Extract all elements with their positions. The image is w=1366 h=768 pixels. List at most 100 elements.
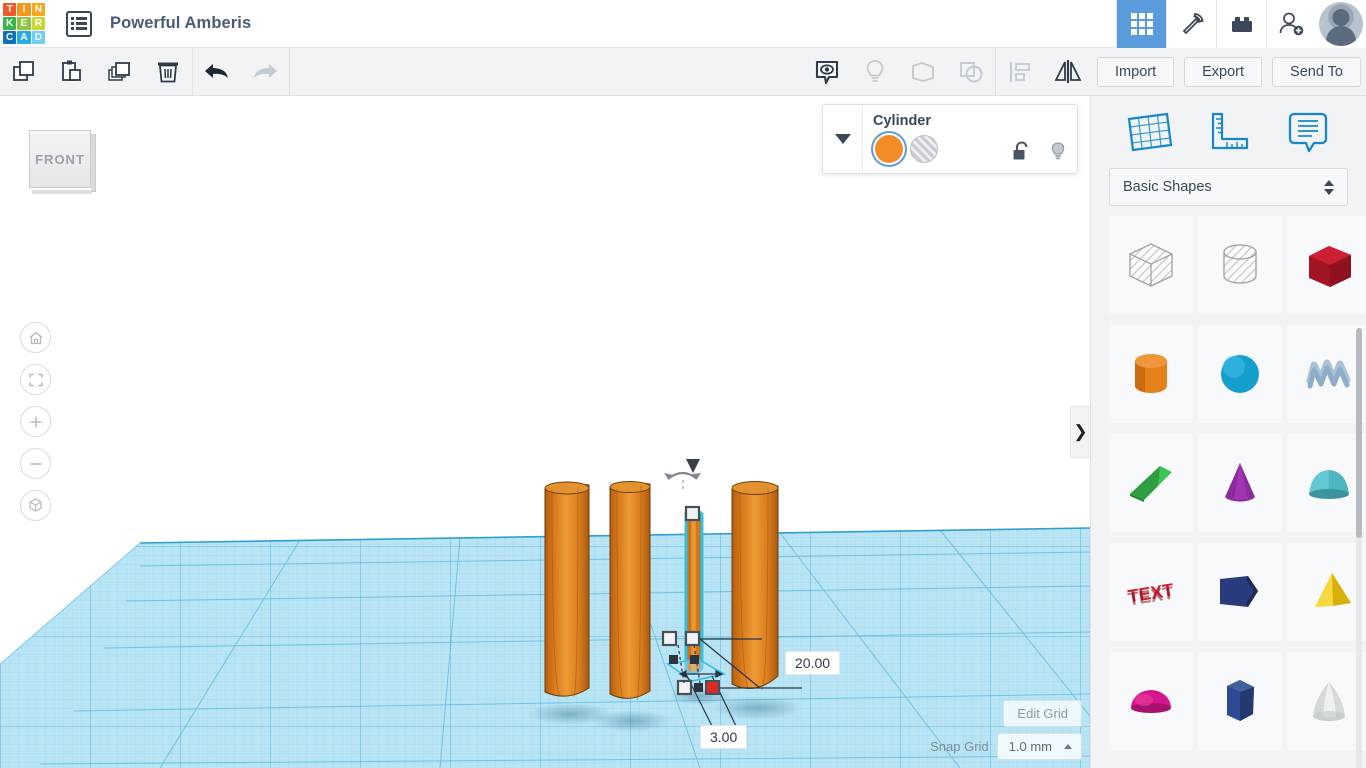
gallery-grid-button[interactable] xyxy=(1116,0,1166,48)
3d-viewport[interactable]: FRONT 20.00 3.00 Edit Grid Snap Grid 1.0… xyxy=(0,96,1090,768)
shape-cone[interactable] xyxy=(1198,434,1282,532)
shape-panel-title: Cylinder xyxy=(873,113,932,129)
paste-icon xyxy=(62,60,81,81)
send-to-button[interactable]: Send To xyxy=(1272,56,1361,87)
tinkercad-logo[interactable]: T I N K E R C A D xyxy=(2,2,46,46)
sphere-icon xyxy=(1221,355,1259,393)
logo-tile-0: T xyxy=(3,2,17,16)
paste-button[interactable] xyxy=(48,48,96,95)
align-icon xyxy=(1010,61,1030,82)
mirror-button[interactable] xyxy=(1044,48,1092,95)
cylinder-icon xyxy=(1135,354,1167,393)
shape-box[interactable] xyxy=(1287,216,1366,314)
fit-to-view-button[interactable] xyxy=(20,364,51,395)
unlock-icon[interactable] xyxy=(1012,141,1031,168)
solid-color-swatch[interactable] xyxy=(875,135,903,163)
shape-box-hole[interactable] xyxy=(1109,216,1193,314)
handle-bottom xyxy=(676,679,693,696)
cylinder-object-2 xyxy=(609,481,651,701)
mirror-flip-icon xyxy=(1054,59,1082,83)
invite-people-button[interactable] xyxy=(1266,0,1316,48)
handle-mid xyxy=(684,630,701,647)
collapse-panel-button[interactable]: ❯ xyxy=(1070,406,1090,458)
handle-left xyxy=(661,630,678,647)
blocks-button[interactable] xyxy=(1216,0,1266,48)
delete-button[interactable] xyxy=(144,48,192,95)
shape-scribble[interactable] xyxy=(1287,325,1366,423)
copy-button[interactable] xyxy=(0,48,48,95)
zoom-out-button[interactable] xyxy=(20,448,51,479)
shape-hex-prism[interactable] xyxy=(1198,652,1282,750)
import-button[interactable]: Import xyxy=(1097,56,1175,87)
view-cube[interactable]: FRONT xyxy=(29,130,96,194)
shape-category-select[interactable]: Basic Shapes xyxy=(1109,168,1348,206)
dimension-label-depth[interactable]: 20.00 xyxy=(785,651,841,675)
shape-cylinder-hole[interactable] xyxy=(1198,216,1282,314)
shape-polygon-prism[interactable] xyxy=(1198,543,1282,641)
undo-arrow-icon xyxy=(205,63,228,78)
avatar-image xyxy=(1319,1,1363,46)
tab-ruler[interactable] xyxy=(1199,108,1257,156)
shape-properties-panel: Cylinder xyxy=(822,104,1078,174)
cube-perspective-icon xyxy=(29,498,42,512)
shape-cylinder[interactable] xyxy=(1109,325,1193,423)
copy-icon xyxy=(13,60,34,81)
duplicate-icon xyxy=(108,61,130,81)
align-button[interactable] xyxy=(996,48,1044,95)
tinker-pickaxe-button[interactable] xyxy=(1166,0,1216,48)
redo-button[interactable] xyxy=(241,48,289,95)
duplicate-button[interactable] xyxy=(96,48,144,95)
home-icon xyxy=(29,331,42,344)
shape-wedge[interactable] xyxy=(1109,434,1193,532)
dimension-label-width[interactable]: 3.00 xyxy=(700,725,748,749)
handle-red xyxy=(705,680,720,695)
logo-tile-8: D xyxy=(31,31,45,45)
sidebar-scrollbar-thumb[interactable] xyxy=(1356,328,1362,538)
pyramid-icon xyxy=(1315,573,1351,607)
shape-shadow xyxy=(592,710,672,732)
tab-notes[interactable] xyxy=(1279,108,1337,156)
person-add-icon xyxy=(1279,12,1304,35)
snap-grid-select[interactable]: 1.0 mm xyxy=(996,733,1082,760)
hole-swatch[interactable] xyxy=(910,135,938,163)
home-view-button[interactable] xyxy=(20,322,51,353)
highlight-button[interactable] xyxy=(851,48,899,95)
caret-up-icon xyxy=(1064,744,1072,749)
fit-frame-icon xyxy=(28,373,43,386)
view-cube-face: FRONT xyxy=(29,130,91,188)
logo-tile-1: I xyxy=(17,2,31,16)
shape-roof[interactable] xyxy=(1287,434,1366,532)
cone-icon xyxy=(1225,463,1255,502)
lightbulb-icon[interactable] xyxy=(1049,141,1067,168)
cylinder-object-1 xyxy=(544,481,590,698)
handle-top xyxy=(684,505,701,522)
eye-in-bubble-icon xyxy=(815,60,839,84)
shape-panel-collapse-button[interactable] xyxy=(823,105,863,173)
hole-cylinder-icon xyxy=(1223,244,1257,284)
logo-tile-2: N xyxy=(31,2,45,16)
group-button[interactable] xyxy=(899,48,947,95)
lightbulb-icon xyxy=(866,59,884,82)
document-list-icon[interactable] xyxy=(66,10,92,37)
shape-half-sphere[interactable] xyxy=(1109,652,1193,750)
undo-button[interactable] xyxy=(193,48,241,95)
show-hide-button[interactable] xyxy=(803,48,851,95)
ungroup-button[interactable] xyxy=(947,48,995,95)
avatar[interactable] xyxy=(1316,0,1366,48)
tab-workplane[interactable] xyxy=(1120,108,1178,156)
shape-library-grid: TEXT TEXT xyxy=(1091,216,1366,756)
top-bar: T I N K E R C A D Powerful Amberis xyxy=(0,0,1366,48)
export-button[interactable]: Export xyxy=(1184,56,1263,87)
shape-pyramid[interactable] xyxy=(1287,543,1366,641)
shapes-sidebar: Basic Shapes TEXT TEXT xyxy=(1090,96,1366,768)
shape-text[interactable]: TEXT TEXT xyxy=(1109,543,1193,641)
ortho-perspective-toggle[interactable] xyxy=(20,490,51,521)
shape-paraboloid[interactable] xyxy=(1287,652,1366,750)
edit-grid-button[interactable]: Edit Grid xyxy=(1003,700,1082,727)
shape-sphere[interactable] xyxy=(1198,325,1282,423)
ungroup-shapes-icon xyxy=(960,61,983,82)
grid-icon xyxy=(1130,12,1153,35)
zoom-in-button[interactable] xyxy=(20,406,51,437)
paraboloid-icon xyxy=(1313,682,1345,721)
workplane-grid-icon xyxy=(1127,112,1173,152)
